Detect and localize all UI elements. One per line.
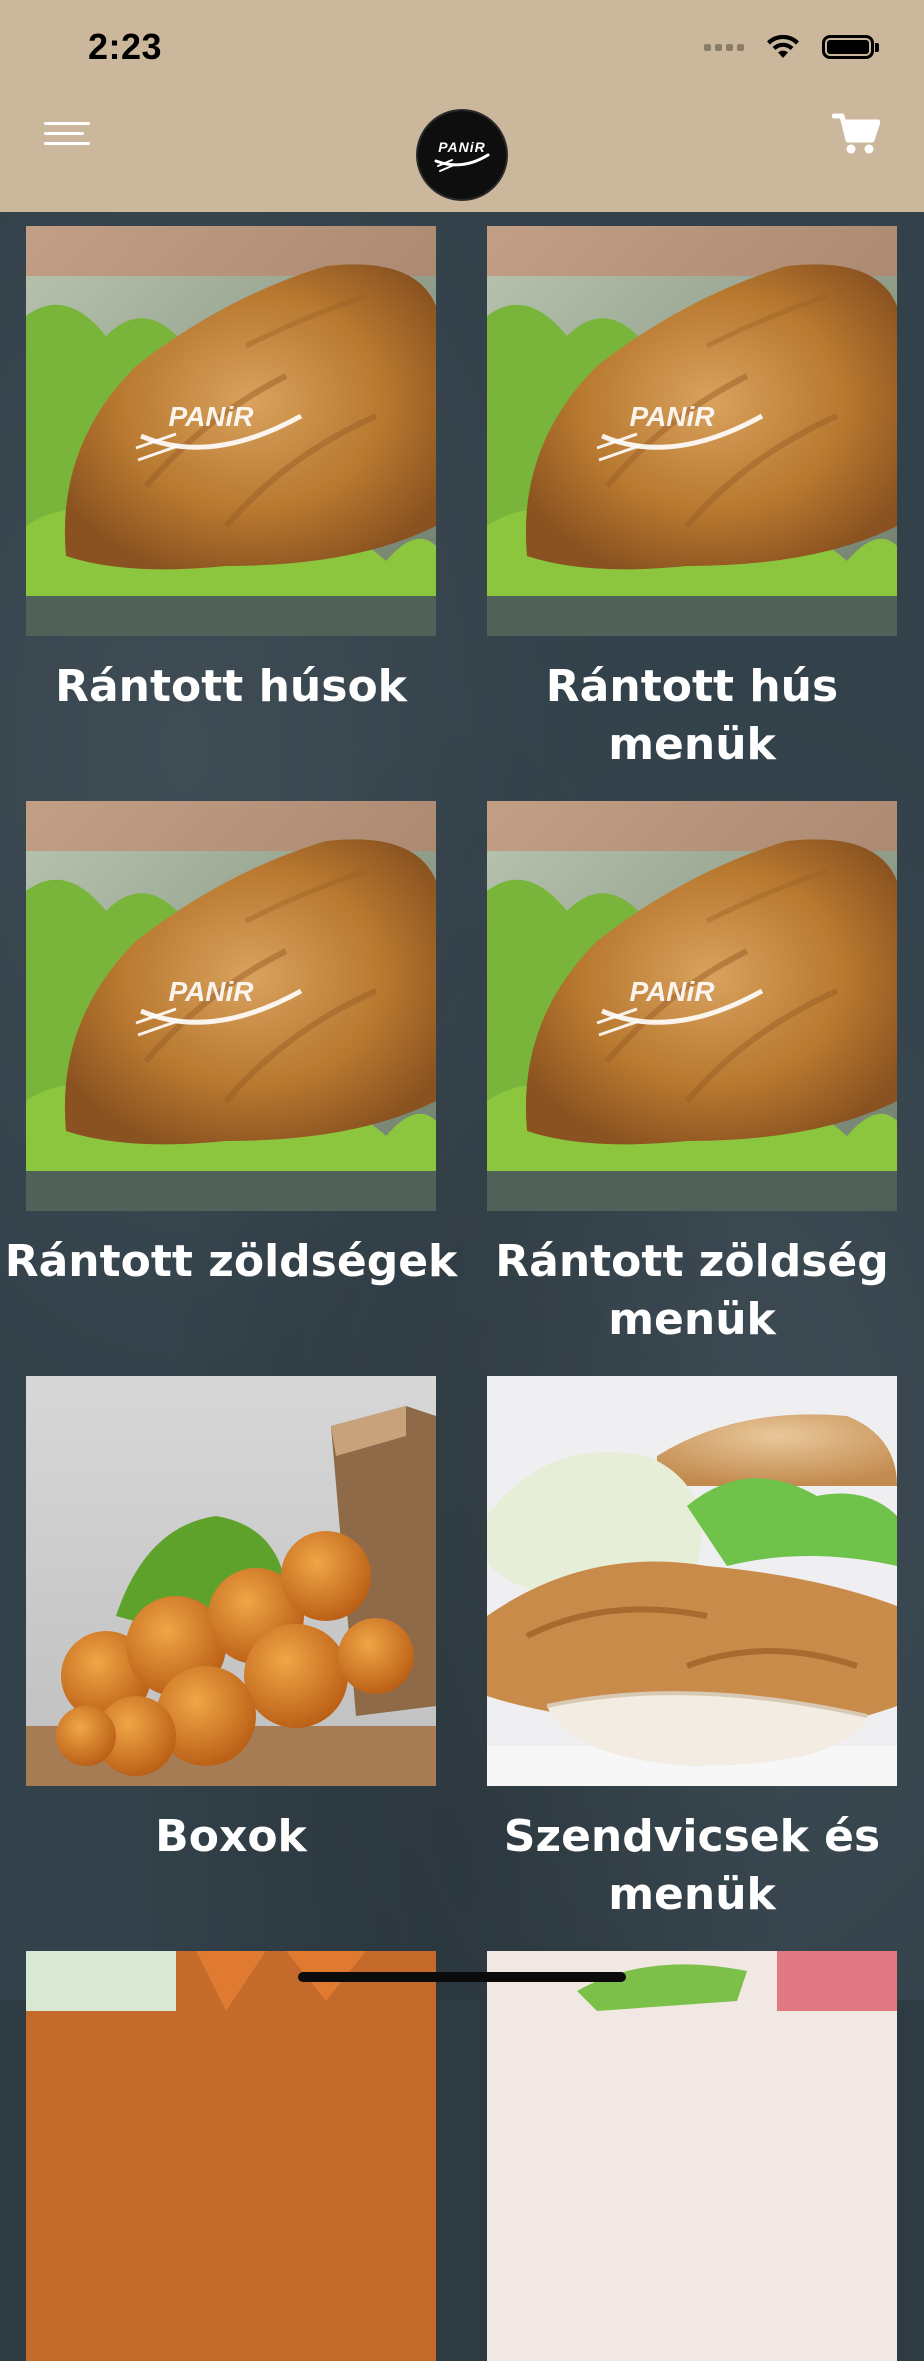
- home-indicator[interactable]: [298, 1972, 626, 1982]
- partial-next-photo: [487, 1951, 897, 2361]
- top-header: 2:23 PANiR: [0, 0, 924, 212]
- svg-text:PANiR: PANiR: [168, 401, 254, 432]
- fried-meat-photo: PANiR: [26, 226, 436, 636]
- sandwich-photo: [487, 1376, 897, 1786]
- category-title: Rántott húsok: [55, 661, 407, 712]
- cellular-signal-icon: [704, 43, 744, 51]
- fried-meat-photo: PANiR: [487, 801, 897, 1211]
- menu-bar: [44, 142, 90, 145]
- chicken-box-photo: [26, 1376, 436, 1786]
- partial-next-photo: [26, 1951, 436, 2361]
- status-time: 2:23: [88, 26, 163, 67]
- menu-bar: [44, 132, 84, 135]
- svg-text:PANiR: PANiR: [168, 976, 254, 1007]
- category-title: Rántott zöldségek: [4, 1236, 458, 1287]
- shopping-cart-icon: [831, 113, 881, 154]
- category-title: Rántott zöldség menük: [495, 1236, 889, 1345]
- cart-button[interactable]: [831, 112, 881, 156]
- menu-bar: [44, 122, 90, 125]
- category-title: Rántott hús menük: [545, 661, 839, 770]
- battery-icon: [822, 35, 879, 59]
- fried-meat-photo: PANiR: [26, 801, 436, 1211]
- status-icons: [704, 34, 879, 60]
- category-title: Szendvicsek és menük: [503, 1811, 881, 1920]
- panir-logo[interactable]: PANiR: [418, 111, 506, 199]
- menu-button[interactable]: [44, 120, 90, 150]
- svg-text:PANiR: PANiR: [629, 976, 715, 1007]
- category-title: Boxok: [155, 1811, 307, 1862]
- svg-text:PANiR: PANiR: [629, 401, 715, 432]
- fried-meat-photo: PANiR: [487, 226, 897, 636]
- logo-swoosh-icon: [434, 153, 490, 172]
- wifi-icon: [767, 34, 799, 58]
